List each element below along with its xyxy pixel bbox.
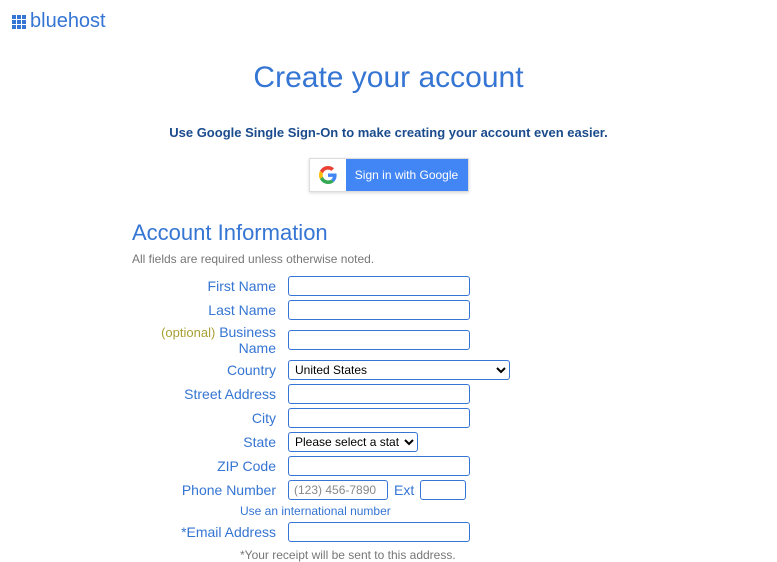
logo-text: bluehost bbox=[30, 10, 106, 33]
required-note: All fields are required unless otherwise… bbox=[132, 252, 652, 266]
label-first-name: First Name bbox=[132, 278, 288, 294]
phone-number-field[interactable] bbox=[288, 480, 388, 500]
receipt-note: *Your receipt will be sent to this addre… bbox=[240, 548, 652, 562]
business-name-text: Business Name bbox=[219, 324, 276, 356]
email-address-field[interactable] bbox=[288, 522, 470, 542]
label-phone-number: Phone Number bbox=[132, 482, 288, 498]
intl-number-link[interactable]: Use an international number bbox=[240, 504, 652, 518]
state-select[interactable]: Please select a state bbox=[288, 432, 418, 452]
sso-note: Use Google Single Sign-On to make creati… bbox=[0, 125, 777, 140]
business-name-field[interactable] bbox=[288, 330, 470, 350]
logo-grid-icon bbox=[12, 15, 26, 29]
label-city: City bbox=[132, 410, 288, 426]
label-country: Country bbox=[132, 362, 288, 378]
section-title: Account Information bbox=[132, 220, 652, 246]
city-field[interactable] bbox=[288, 408, 470, 428]
label-ext: Ext bbox=[394, 482, 414, 498]
label-business-name: (optional) Business Name bbox=[132, 324, 288, 356]
page-title: Create your account bbox=[0, 61, 777, 95]
label-email-address: *Email Address bbox=[132, 524, 288, 540]
optional-tag: (optional) bbox=[161, 325, 215, 340]
zip-code-field[interactable] bbox=[288, 456, 470, 476]
country-select[interactable]: United States bbox=[288, 360, 510, 380]
street-address-field[interactable] bbox=[288, 384, 470, 404]
google-signin-button[interactable]: Sign in with Google bbox=[309, 158, 469, 192]
google-icon bbox=[310, 159, 346, 191]
label-last-name: Last Name bbox=[132, 302, 288, 318]
phone-ext-field[interactable] bbox=[420, 480, 466, 500]
last-name-field[interactable] bbox=[288, 300, 470, 320]
label-zip-code: ZIP Code bbox=[132, 458, 288, 474]
label-state: State bbox=[132, 434, 288, 450]
account-info-form: Account Information All fields are requi… bbox=[132, 220, 652, 562]
logo[interactable]: bluehost bbox=[0, 0, 777, 43]
label-street-address: Street Address bbox=[132, 386, 288, 402]
google-signin-label: Sign in with Google bbox=[346, 159, 468, 191]
first-name-field[interactable] bbox=[288, 276, 470, 296]
